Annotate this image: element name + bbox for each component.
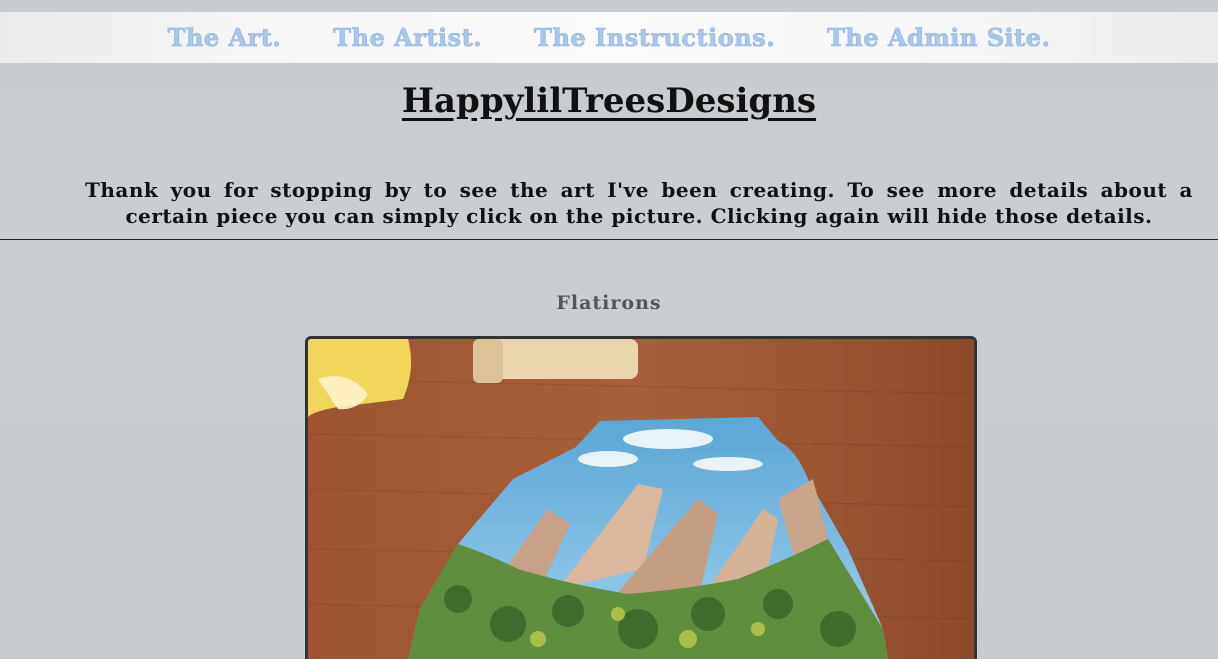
nav-link-admin-site[interactable]: The Admin Site.	[827, 23, 1050, 53]
top-strip	[0, 0, 1218, 12]
main-nav: The Art. The Artist. The Instructions. T…	[0, 12, 1218, 63]
page-header: HappylilTreesDesigns Thank you for stopp…	[0, 63, 1218, 240]
art-title: Flatirons	[556, 292, 662, 314]
nav-link-instructions[interactable]: The Instructions.	[534, 23, 775, 53]
site-title-text: HappylilTreesDesigns	[401, 81, 817, 121]
art-image-flatirons[interactable]	[305, 336, 977, 659]
intro-text: Thank you for stopping by to see the art…	[85, 178, 1193, 228]
nav-link-artist[interactable]: The Artist.	[333, 23, 482, 53]
nav-link-art[interactable]: The Art.	[167, 23, 282, 53]
site-title: HappylilTreesDesigns	[0, 81, 1218, 121]
art-image-painting	[308, 339, 974, 659]
